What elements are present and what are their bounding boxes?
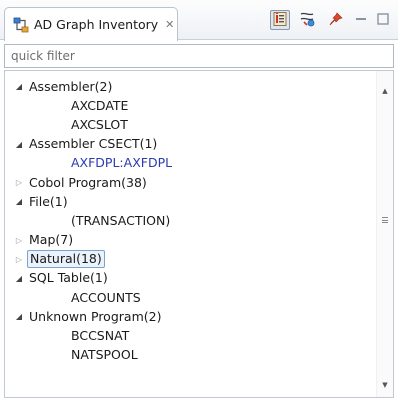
tree-item[interactable]: ACCOUNTS [5,288,375,307]
view-toolbar [270,10,390,30]
collapsed-arrow-icon[interactable]: ▷ [14,178,24,188]
tree-item-label: Assembler CSECT(1) [29,136,158,152]
collapsed-arrow-icon[interactable]: ▷ [14,254,24,264]
tree-item[interactable]: ◢ Unknown Program(2) [5,307,375,326]
tree-item[interactable]: ▷ Natural(18) [5,250,375,269]
inventory-tree-panel: ◢ Assembler(2) AXCDATE AXCSLOT ◢ Assembler CS… [4,70,394,398]
tree-item[interactable]: BCCSNAT [5,326,375,345]
quick-filter-input[interactable] [4,44,394,68]
graph-filter-button[interactable] [298,10,318,30]
tree-item[interactable]: AXCSLOT [5,115,375,134]
tree-item-label: NATSPOOL [71,347,138,363]
inventory-tree: ◢ Assembler(2) AXCDATE AXCSLOT ◢ Assembler CS… [5,77,375,365]
minimize-button[interactable] [354,13,368,27]
tree-item[interactable]: ◢ File(1) [5,192,375,211]
link-with-editor-button[interactable] [270,10,290,30]
tree-item[interactable]: AXCDATE [5,96,375,115]
tree-item[interactable]: ▷ Map(7) [5,231,375,250]
tree-item[interactable]: ◢ SQL Table(1) [5,269,375,288]
minimize-icon [355,13,367,28]
tree-item[interactable]: ▷ Cobol Program(38) [5,173,375,192]
link-with-editor-icon [272,11,288,30]
expanded-arrow-icon[interactable]: ◢ [14,273,24,283]
maximize-icon [377,12,389,28]
tree-item-label: Map(7) [29,232,74,248]
expanded-arrow-icon[interactable]: ◢ [14,197,24,207]
tree-item[interactable]: ◢ Assembler(2) [5,77,375,96]
tree-item-label: AXCDATE [71,97,129,113]
tree-item-label: File(1) [29,193,68,209]
tree-item[interactable]: NATSPOOL [5,346,375,365]
tree-item[interactable]: (TRANSACTION) [5,211,375,230]
vertical-scrollbar[interactable]: ▲ ▼ [376,71,393,397]
tree-item-label: AXFDPL:AXFDPL [71,155,173,171]
tree-item[interactable]: ◢ Assembler CSECT(1) [5,135,375,154]
expanded-arrow-icon[interactable]: ◢ [14,312,24,322]
expanded-arrow-icon[interactable]: ◢ [14,82,24,92]
collapsed-arrow-icon[interactable]: ▷ [14,235,24,245]
pin-icon [328,11,344,30]
tree-item-label: Unknown Program(2) [29,308,162,324]
graph-inventory-icon [13,17,29,33]
scroll-down-arrow-icon[interactable]: ▼ [377,377,393,393]
tree-item-label: Natural(18) [27,250,105,269]
pin-button[interactable] [326,10,346,30]
tree-item-label: Cobol Program(38) [29,174,147,190]
ad-graph-inventory-view: AD Graph Inventory ✕ quick filter ◢ Asse… [0,0,398,402]
tree-item[interactable]: AXFDPL:AXFDPL [5,154,375,173]
close-icon[interactable]: ✕ [165,19,174,30]
tree-item-label: BCCSNAT [71,328,130,344]
tree-item-label: ACCOUNTS [71,289,141,305]
scroll-thumb-grip-icon[interactable] [382,217,388,223]
scroll-up-arrow-icon[interactable]: ▲ [377,83,393,99]
maximize-button[interactable] [376,12,390,28]
tree-item-label: SQL Table(1) [29,270,108,286]
view-titlebar: AD Graph Inventory ✕ [0,0,398,41]
expanded-arrow-icon[interactable]: ◢ [14,139,24,149]
tree-item-label: Assembler(2) [29,78,113,94]
tree-item-label: AXCSLOT [71,116,128,132]
tree-item-label: (TRANSACTION) [71,212,171,228]
view-tab[interactable]: AD Graph Inventory ✕ [4,7,178,41]
view-title: AD Graph Inventory [34,17,159,32]
graph-filter-icon [299,11,317,30]
